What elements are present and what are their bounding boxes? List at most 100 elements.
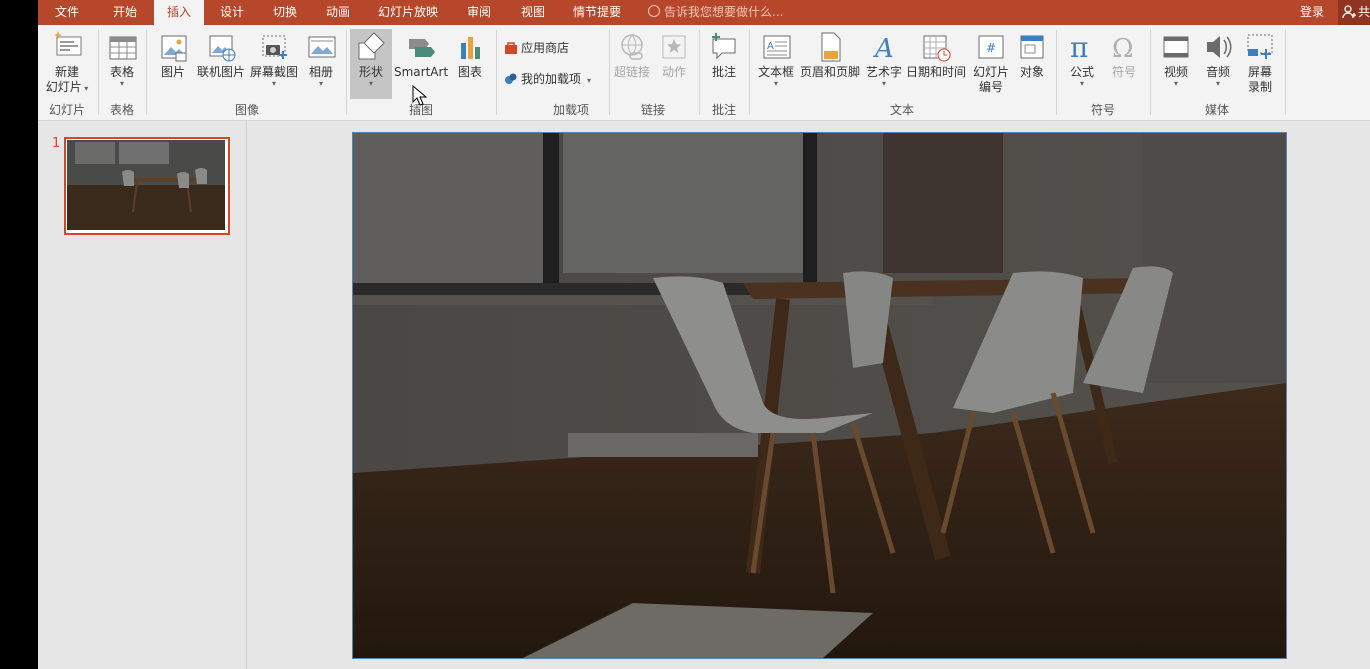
store-icon [505, 42, 517, 54]
online-picture-icon [209, 35, 236, 62]
slide-thumbnail-pane: 1 [38, 121, 247, 669]
svg-text:π: π [1070, 31, 1088, 63]
svg-text:Ω: Ω [1112, 34, 1134, 63]
mouse-cursor-icon [412, 85, 428, 106]
group-divider [749, 30, 750, 115]
group-label-text: 文本 [889, 103, 914, 117]
ribbon-tab-bar: 文件 开始 插入 设计 切换 动画 幻灯片放映 审阅 视图 情节提要 告诉我您想… [38, 0, 1370, 25]
screen-recording-icon [1247, 34, 1273, 59]
tab-animations[interactable]: 动画 [313, 0, 363, 25]
store-button[interactable]: 应用商店 [504, 38, 569, 58]
comment-label: 批注 [711, 65, 736, 79]
share-button[interactable]: 共 [1338, 0, 1370, 25]
smartart-icon [409, 39, 435, 57]
wordart-label: 艺术字 [865, 65, 902, 79]
chevron-down-icon: ▾ [119, 79, 124, 88]
online-pictures-button[interactable]: 联机图片 [194, 29, 248, 80]
object-label: 对象 [1019, 65, 1044, 79]
slide-number-line2: 编号 [978, 80, 1003, 94]
screen-recording-line2: 录制 [1247, 80, 1272, 94]
tab-slideshow[interactable]: 幻灯片放映 [368, 0, 448, 25]
symbol-label: 符号 [1111, 65, 1136, 79]
textbox-button[interactable]: A 文本框 ▾ [754, 29, 798, 88]
my-addins-label: 我的加载项 [521, 72, 582, 86]
object-icon [1020, 35, 1044, 59]
chevron-down-icon: ▾ [368, 79, 373, 88]
tab-home[interactable]: 开始 [100, 0, 150, 25]
chevron-down-icon: ▾ [1215, 79, 1220, 88]
tab-storyboard[interactable]: 情节提要 [564, 0, 630, 25]
video-button[interactable]: 视频 ▾ [1156, 29, 1196, 88]
object-button[interactable]: 对象 [1014, 29, 1050, 80]
equation-button[interactable]: π 公式 ▾ [1062, 29, 1102, 88]
hyperlink-label: 超链接 [613, 65, 650, 79]
new-slide-button[interactable]: 新建 幻灯片 ▾ [40, 29, 94, 96]
tab-view[interactable]: 视图 [510, 0, 556, 25]
header-footer-button[interactable]: 页眉和页脚 [798, 29, 862, 80]
login-link[interactable]: 登录 [1300, 0, 1324, 25]
group-label-tables: 表格 [109, 103, 134, 117]
table-label: 表格 [109, 65, 134, 79]
photo-album-button[interactable]: 相册 ▾ [302, 29, 340, 88]
group-label-comments: 批注 [711, 103, 736, 117]
tab-design[interactable]: 设计 [208, 0, 256, 25]
svg-text:#: # [986, 41, 996, 55]
group-label-slides: 幻灯片 [48, 103, 85, 117]
omega-icon: Ω [1112, 34, 1134, 63]
screenshot-button[interactable]: 屏幕截图 ▾ [248, 29, 300, 88]
textbox-label: 文本框 [757, 65, 794, 79]
date-time-button[interactable]: 日期和时间 [904, 29, 968, 80]
group-divider [496, 30, 497, 115]
speaker-icon [1207, 36, 1232, 58]
smartart-button[interactable]: SmartArt [394, 29, 448, 80]
chart-button[interactable]: 图表 [450, 29, 490, 80]
tab-insert[interactable]: 插入 [154, 0, 204, 25]
symbol-button[interactable]: Ω 符号 [1104, 29, 1144, 80]
slide-number-button[interactable]: # 幻灯片 编号 [970, 29, 1012, 95]
tell-me-search[interactable]: 告诉我您想要做什么... [648, 0, 783, 25]
chevron-down-icon: ▾ [318, 79, 323, 88]
shapes-icon [358, 32, 385, 60]
group-label-links: 链接 [640, 103, 665, 117]
screenshot-icon [262, 35, 287, 59]
wordart-icon: A [873, 34, 894, 63]
svg-text:A: A [873, 34, 894, 63]
slide-thumbnail-1[interactable] [64, 137, 230, 235]
textbox-icon: A [763, 35, 791, 59]
group-divider [1150, 30, 1151, 115]
action-button[interactable]: 动作 [654, 29, 694, 80]
audio-button[interactable]: 音频 ▾ [1198, 29, 1238, 88]
shapes-label: 形状 [358, 65, 383, 79]
slide-editor [247, 121, 1370, 669]
picture-icon [161, 35, 187, 62]
pictures-button[interactable]: 图片 [154, 29, 192, 80]
pi-icon: π [1070, 31, 1088, 63]
table-button[interactable]: 表格 ▾ [102, 29, 142, 88]
tell-me-text: 告诉我您想要做什么... [664, 5, 784, 19]
tab-file[interactable]: 文件 [38, 0, 96, 25]
group-divider [146, 30, 147, 115]
slide-thumbnail-image [67, 140, 225, 230]
hyperlink-icon [621, 34, 643, 60]
group-divider [346, 30, 347, 115]
group-label-media: 媒体 [1204, 103, 1229, 117]
chevron-down-icon: ▾ [1173, 79, 1178, 88]
share-label: 共 [1358, 5, 1370, 19]
photo-album-icon [308, 36, 336, 58]
chevron-down-icon: ▾ [1079, 79, 1084, 88]
person-icon [1342, 5, 1356, 19]
powerpoint-window: 文件 开始 插入 设计 切换 动画 幻灯片放映 审阅 视图 情节提要 告诉我您想… [38, 0, 1370, 669]
equation-label: 公式 [1069, 65, 1094, 79]
screen-recording-button[interactable]: 屏幕 录制 [1240, 29, 1280, 95]
slide-number-label: 1 [52, 136, 61, 151]
calendar-icon [923, 35, 951, 62]
tab-transitions[interactable]: 切换 [260, 0, 310, 25]
shapes-button[interactable]: 形状 ▾ [350, 29, 392, 99]
hyperlink-button[interactable]: 超链接 [612, 29, 652, 80]
slide-number-icon: # [978, 35, 1004, 59]
my-addins-button[interactable]: 我的加载项 ▾ [504, 69, 591, 89]
wordart-button[interactable]: A 艺术字 ▾ [864, 29, 904, 88]
slide-canvas[interactable] [352, 132, 1287, 659]
comment-button[interactable]: 批注 [704, 29, 744, 80]
tab-review[interactable]: 审阅 [456, 0, 502, 25]
